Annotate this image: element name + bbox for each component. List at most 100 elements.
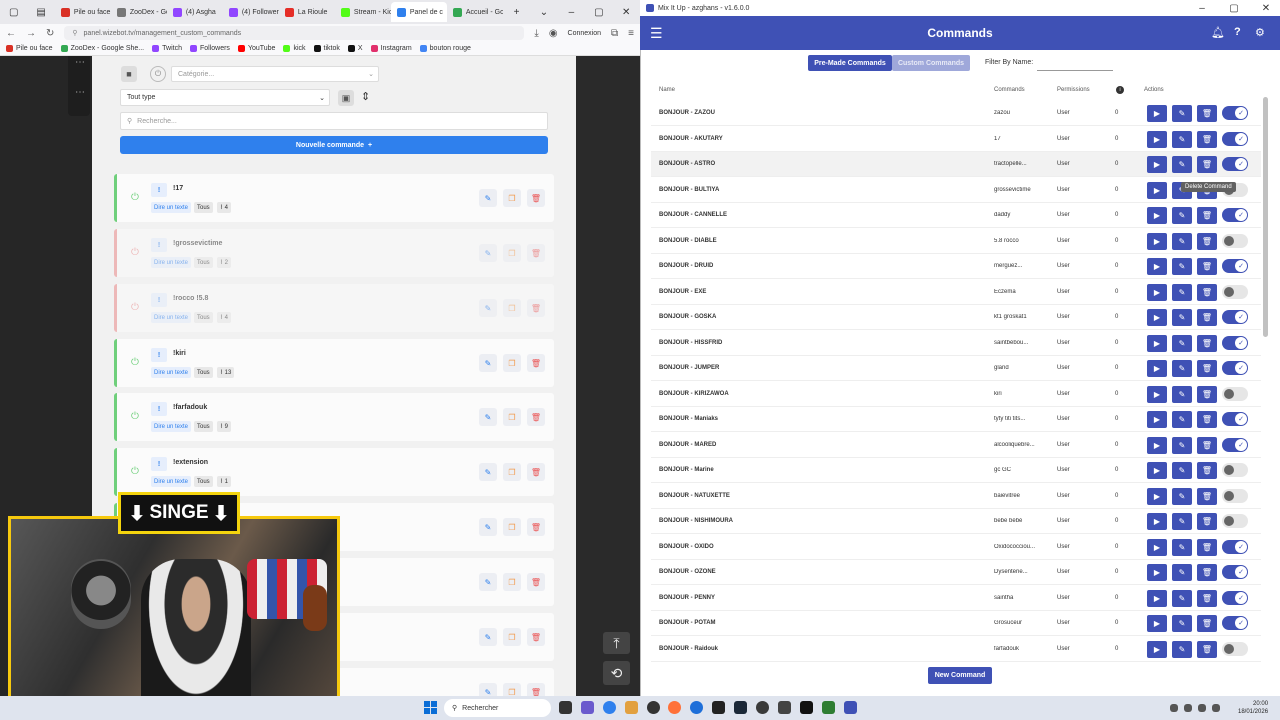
enable-toggle[interactable]: ✓: [1222, 437, 1248, 452]
edit-icon[interactable]: ✎: [479, 244, 497, 262]
volume-icon[interactable]: [1198, 704, 1206, 712]
trash-icon[interactable]: 🗑︎: [527, 628, 545, 646]
copy-icon[interactable]: ❐: [503, 189, 521, 207]
tab-premade-commands[interactable]: Pre-Made Commands: [808, 55, 892, 71]
edit-icon[interactable]: ✎: [1172, 436, 1192, 454]
table-row[interactable]: BONJOUR - JUMPER gland User 0 ▶ ✎ 🗑︎ ✓: [651, 356, 1261, 381]
steam-icon[interactable]: [734, 701, 747, 714]
bookmark-item[interactable]: Instagram: [370, 45, 412, 52]
edit-icon[interactable]: ✎: [479, 354, 497, 372]
play-icon[interactable]: ▶: [1147, 156, 1167, 173]
category-select[interactable]: Catégorie... ⌄: [171, 66, 379, 82]
play-icon[interactable]: ▶: [1147, 334, 1167, 352]
tab-custom-commands[interactable]: Custom Commands: [892, 55, 970, 71]
table-row[interactable]: BONJOUR - ASTRO tractopelle... User 0 ▶ ✎ 🗑︎ ✓: [651, 152, 1261, 177]
edit-icon[interactable]: ✎: [479, 573, 497, 591]
bookmark-item[interactable]: Twitch: [152, 45, 182, 52]
edit-icon[interactable]: ✎: [479, 518, 497, 536]
edit-icon[interactable]: ✎: [479, 189, 497, 207]
minimize-icon[interactable]: –: [558, 7, 585, 18]
trash-icon[interactable]: 🗑︎: [1197, 513, 1217, 530]
power-icon[interactable]: ⏻: [131, 466, 139, 477]
trash-icon[interactable]: 🗑︎: [527, 463, 545, 481]
trash-icon[interactable]: 🗑︎: [1197, 156, 1217, 173]
table-row[interactable]: BONJOUR - NISHIMOURA bebe bébé User 0 ▶ ✎ 🗑︎: [651, 509, 1261, 534]
trash-icon[interactable]: 🗑︎: [1197, 436, 1217, 454]
bookmark-item[interactable]: YouTube: [237, 45, 275, 52]
play-icon[interactable]: ▶: [1147, 181, 1167, 199]
more-icon[interactable]: ⋯: [75, 57, 85, 68]
play-icon[interactable]: ▶: [1147, 207, 1167, 224]
more-icon-2[interactable]: ⋯: [75, 87, 85, 98]
table-row[interactable]: BONJOUR - POTAM Grosuceur User 0 ▶ ✎ 🗑︎ ✓: [651, 611, 1261, 636]
play-icon[interactable]: ▶: [1147, 487, 1167, 505]
trash-icon[interactable]: 🗑︎: [527, 354, 545, 372]
trash-icon[interactable]: 🗑︎: [1197, 105, 1217, 122]
edit-icon[interactable]: ✎: [1172, 385, 1192, 403]
trash-icon[interactable]: 🗑︎: [1197, 130, 1217, 148]
bookmark-item[interactable]: Followers: [189, 45, 230, 52]
edit-icon[interactable]: ✎: [479, 408, 497, 426]
task-view-icon[interactable]: [559, 701, 572, 714]
browser-tab[interactable]: Pile ou face: [55, 2, 111, 22]
power-icon[interactable]: ⏻: [131, 411, 139, 422]
power-icon[interactable]: ⏻: [131, 302, 139, 313]
bookmark-item[interactable]: bouton rouge: [419, 45, 471, 52]
edit-icon[interactable]: ✎: [1172, 130, 1192, 148]
connexion-button[interactable]: Connexion: [568, 30, 601, 37]
trash-icon[interactable]: 🗑︎: [1197, 334, 1217, 352]
copy-icon[interactable]: ❐: [503, 244, 521, 262]
power-icon[interactable]: ⏻: [131, 192, 139, 203]
table-row[interactable]: BONJOUR - CANNELLE daddy User 0 ▶ ✎ 🗑︎ ✓: [651, 203, 1261, 228]
enable-toggle[interactable]: ✓: [1222, 616, 1248, 630]
play-icon[interactable]: ▶: [1147, 436, 1167, 454]
copy-icon[interactable]: ❐: [503, 518, 521, 536]
notification-bell-icon[interactable]: 🔔︎: [1211, 26, 1225, 39]
edit-icon[interactable]: ✎: [1172, 232, 1192, 250]
enable-toggle[interactable]: ✓: [1222, 106, 1248, 120]
table-row[interactable]: BONJOUR - OZONE Dysenterie... User 0 ▶ ✎ 🗑︎ ✓: [651, 560, 1261, 585]
maximize-icon[interactable]: ▢: [1220, 3, 1248, 14]
copy-icon[interactable]: ❐: [503, 628, 521, 646]
scroll-top-icon[interactable]: ⤒: [603, 632, 630, 654]
play-icon[interactable]: ▶: [1147, 589, 1167, 607]
power-icon[interactable]: ⏻: [131, 357, 139, 368]
table-row[interactable]: BONJOUR - ZAZOU zazou User 0 ▶ ✎ 🗑︎ ✓: [651, 101, 1261, 126]
gear-icon[interactable]: ⚙: [1255, 26, 1265, 39]
table-row[interactable]: BONJOUR - AKUTARY 17 User 0 ▶ ✎ 🗑︎ ✓: [651, 127, 1261, 152]
enable-toggle[interactable]: ✓: [1222, 590, 1248, 605]
table-row[interactable]: BONJOUR - EXE Eczema User 0 ▶ ✎ 🗑︎: [651, 280, 1261, 305]
table-row[interactable]: BONJOUR - Raidouk farfadouk User 0 ▶ ✎ 🗑︎: [651, 637, 1261, 662]
browser-tab[interactable]: Panel de c: [390, 2, 447, 22]
taskbar-search[interactable]: ⚲ Rechercher: [444, 699, 551, 717]
play-icon[interactable]: ▶: [1147, 385, 1167, 403]
trash-icon[interactable]: 🗑︎: [1197, 309, 1217, 326]
enable-toggle[interactable]: ✓: [1222, 539, 1248, 554]
trash-icon[interactable]: 🗑︎: [527, 244, 545, 262]
reader-icon[interactable]: ▤: [27, 7, 54, 18]
play-icon[interactable]: ▶: [1147, 640, 1167, 658]
bookmark-item[interactable]: tiktok: [313, 45, 340, 52]
browser-tab[interactable]: ZooDex - Go: [111, 2, 167, 22]
tab-list-icon[interactable]: ▢: [0, 7, 27, 18]
edit-icon[interactable]: ✎: [1172, 564, 1192, 581]
enable-toggle[interactable]: ✓: [1222, 157, 1248, 171]
filter-input[interactable]: [1037, 56, 1113, 71]
table-row[interactable]: BONJOUR - MARED alcooliquebre... User 0 ▶ ✎ 🗑︎…: [651, 433, 1261, 458]
power-icon[interactable]: ⏻: [131, 247, 139, 258]
play-icon[interactable]: ▶: [1147, 360, 1167, 377]
close-icon[interactable]: ✕: [613, 7, 640, 18]
command-card[interactable]: ⏻! !grossevictime Dire un texte Tous ⌇ 2 ✎ ❐ 🗑︎: [114, 229, 554, 277]
power-filter-icon[interactable]: ⏻: [150, 66, 166, 82]
search-input[interactable]: ⚲ Recherche...: [120, 112, 548, 130]
browser-tab[interactable]: (4) Followers: [223, 2, 279, 22]
trash-icon[interactable]: 🗑︎: [1197, 232, 1217, 250]
enable-toggle[interactable]: [1222, 514, 1248, 528]
obs-icon[interactable]: [647, 701, 660, 714]
table-row[interactable]: BONJOUR - HISSFRID saintbébou... User 0 ▶ ✎ 🗑︎…: [651, 331, 1261, 356]
command-card[interactable]: ⏻! !farfadouk Dire un texte Tous ⌇ 9 ✎ ❐ 🗑︎: [114, 393, 554, 441]
browser-tab[interactable]: Stream - Kick: [335, 2, 391, 22]
app-icon-7[interactable]: [822, 701, 835, 714]
enable-toggle[interactable]: ✓: [1222, 412, 1248, 426]
table-row[interactable]: BONJOUR - GOSKA kt1 groskat1 User 0 ▶ ✎ 🗑︎ ✓: [651, 305, 1261, 330]
